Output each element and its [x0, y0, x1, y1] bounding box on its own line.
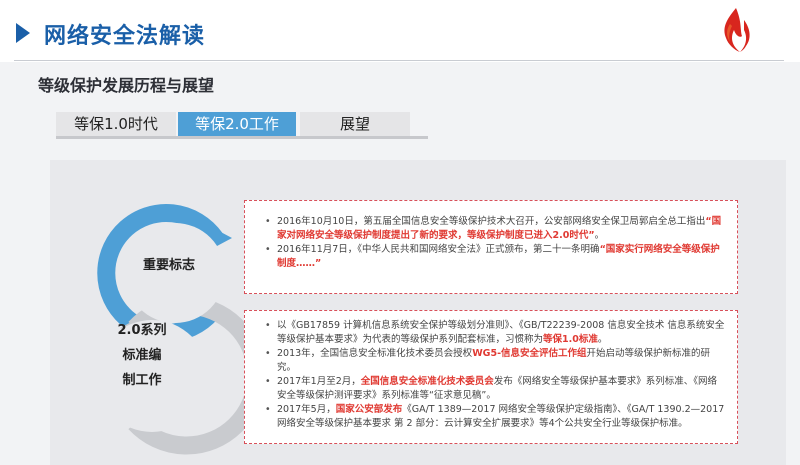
series-label-line2: 标准编	[122, 348, 162, 363]
milestone-box: 2016年10月10日，第五届全国信息安全等级保护技术大召开，公安部网络安全保卫…	[244, 200, 738, 294]
standards-box: 以《GB17859 计算机信息系统安全保护等级划分准则》、《GB/T22239-…	[244, 310, 738, 444]
series-label-line1: 2.0系列	[117, 323, 167, 338]
milestone-label: 重要标志	[143, 258, 196, 273]
item-text: 。	[597, 334, 608, 345]
section-title: 等级保护发展历程与展望	[38, 76, 215, 95]
series-label: 2.0系列 标准编 制工作	[104, 318, 180, 393]
play-arrow-icon	[16, 23, 30, 43]
series-label-line3: 制工作	[122, 373, 162, 388]
item-highlight: 国家公安部发布	[335, 404, 403, 415]
tab-outlook[interactable]: 展望	[300, 112, 410, 136]
item-text: 2016年10月10日，第五届全国信息安全等级保护技术大召开，公安部网络安全保卫…	[277, 216, 706, 227]
list-item: 2016年11月7日，《中华人民共和国网络安全法》正式颁布，第二十一条明确“国家…	[265, 243, 725, 271]
item-highlight: 全国信息安全标准化技术委员会	[360, 376, 494, 387]
flame-logo-icon	[724, 8, 750, 52]
header-divider	[14, 60, 784, 61]
tab-era-2[interactable]: 等保2.0工作	[178, 112, 296, 136]
item-text: 2016年11月7日，《中华人民共和国网络安全法》正式颁布，第二十一条明确	[277, 244, 600, 255]
item-highlight: 等保1.0标准	[543, 334, 598, 345]
list-item: 2017年1月至2月，全国信息安全标准化技术委员会发布《网络安全等级保护基本要求…	[265, 375, 725, 403]
item-text: 。	[594, 230, 605, 241]
tab-era-1[interactable]: 等保1.0时代	[56, 112, 176, 136]
item-text: 以《GB17859 计算机信息系统安全保护等级划分准则》、《GB/T22239-…	[277, 320, 725, 345]
list-item: 2017年5月，国家公安部发布《GA/T 1389—2017 网络安全等级保护定…	[265, 403, 725, 431]
item-text: 2017年5月，	[277, 404, 336, 415]
item-text: 2017年1月至2月，	[277, 376, 361, 387]
item-highlight: WG5-信息安全评估工作组	[472, 348, 587, 359]
page-title: 网络安全法解读	[44, 24, 206, 49]
list-item: 2016年10月10日，第五届全国信息安全等级保护技术大召开，公安部网络安全保卫…	[265, 215, 725, 243]
list-item: 2013年，全国信息安全标准化技术委员会授权WG5-信息安全评估工作组开始启动等…	[265, 347, 725, 375]
tab-underline	[56, 136, 428, 139]
list-item: 以《GB17859 计算机信息系统安全保护等级划分准则》、《GB/T22239-…	[265, 319, 725, 347]
item-text: 2013年，全国信息安全标准化技术委员会授权	[277, 348, 473, 359]
